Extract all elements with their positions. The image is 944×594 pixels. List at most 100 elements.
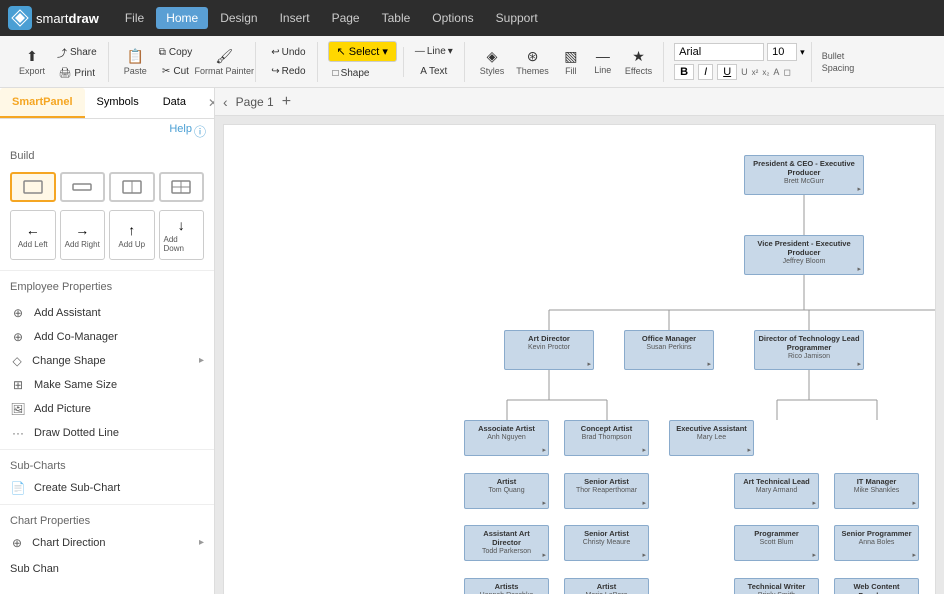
node-expand-senior_artist1[interactable]: ▸: [642, 499, 646, 507]
shape-toggle[interactable]: □ Shape: [328, 65, 375, 82]
org-node-senior_artist1[interactable]: Senior Artist Thor Reaperthomar ▸: [564, 473, 649, 509]
tab-data[interactable]: Data: [151, 88, 198, 118]
menu-options[interactable]: Options: [422, 7, 483, 29]
print-button[interactable]: 🖨 Print: [52, 65, 102, 82]
make-same-size-item[interactable]: ⊞ Make Same Size: [0, 373, 214, 397]
help-icon[interactable]: ⓘ: [194, 123, 206, 140]
draw-dotted-line-item[interactable]: ··· Draw Dotted Line: [0, 421, 214, 445]
org-node-tech_dir[interactable]: Director of Technology Lead Programmer R…: [754, 330, 864, 370]
paste-button[interactable]: 📋 Paste: [119, 45, 152, 79]
menu-support[interactable]: Support: [486, 7, 548, 29]
font-size-arrow[interactable]: ▾: [800, 47, 805, 58]
close-panel-button[interactable]: ✕: [198, 88, 215, 118]
export-button[interactable]: ⬆ Export: [14, 45, 50, 79]
add-comanager-item[interactable]: ⊕ Add Co-Manager: [0, 325, 214, 349]
org-node-artist3[interactable]: Artist Marie LaBere ▸: [564, 578, 649, 594]
node-expand-programmer[interactable]: ▸: [812, 551, 816, 559]
node-expand-artist1[interactable]: ▸: [542, 499, 546, 507]
org-node-exec_asst[interactable]: Executive Assistant Mary Lee ▸: [669, 420, 754, 456]
org-node-asst_art_dir[interactable]: Assistant Art Director Todd Parkerson ▸: [464, 525, 549, 561]
node-title-assoc_artist: Associate Artist: [468, 424, 545, 433]
add-assistant-label: Add Assistant: [34, 307, 101, 319]
node-expand-vp[interactable]: ▸: [857, 265, 861, 273]
change-shape-item[interactable]: ◇ Change Shape ▸: [0, 349, 214, 373]
node-expand-art_dir[interactable]: ▸: [587, 360, 591, 368]
org-node-concept_artist[interactable]: Concept Artist Brad Thompson ▸: [564, 420, 649, 456]
node-expand-office_mgr[interactable]: ▸: [707, 360, 711, 368]
line-style-button[interactable]: — Line: [588, 45, 618, 78]
org-node-artist2[interactable]: Artists Hannah Raschke ▸: [464, 578, 549, 594]
org-node-ceo[interactable]: President & CEO - Executive Producer Bre…: [744, 155, 864, 195]
menu-page[interactable]: Page: [322, 7, 370, 29]
canvas[interactable]: President & CEO - Executive Producer Bre…: [223, 124, 936, 594]
menu-design[interactable]: Design: [210, 7, 267, 29]
effects-button[interactable]: ★ Effects: [620, 45, 657, 79]
themes-button[interactable]: ⊛ Themes: [511, 45, 554, 79]
add-up-button[interactable]: ↑ Add Up: [109, 210, 155, 260]
shape-multi[interactable]: [159, 172, 205, 202]
node-title-ceo: President & CEO - Executive Producer: [748, 159, 860, 177]
format-painter-button[interactable]: 🖌 Format Painter: [199, 45, 249, 79]
org-node-vp[interactable]: Vice President - Executive Producer Jeff…: [744, 235, 864, 275]
node-title-concept_artist: Concept Artist: [568, 424, 645, 433]
select-button[interactable]: ↖ Select ▾: [328, 41, 397, 62]
tab-symbols[interactable]: Symbols: [85, 88, 151, 118]
org-node-office_mgr[interactable]: Office Manager Susan Perkins ▸: [624, 330, 714, 370]
copy-button[interactable]: ⧉ Copy: [154, 44, 198, 61]
add-right-button[interactable]: → Add Right: [60, 210, 106, 260]
menu-insert[interactable]: Insert: [270, 7, 320, 29]
org-node-web_dev[interactable]: Web Content Developer Nicholas Paz ▸: [834, 578, 919, 594]
add-picture-item[interactable]: 🖼 Add Picture: [0, 397, 214, 421]
fill-button[interactable]: ▧ Fill: [556, 45, 586, 79]
underline-button[interactable]: U: [717, 64, 737, 80]
org-node-artist1[interactable]: Artist Tom Quang ▸: [464, 473, 549, 509]
tab-smartpanel[interactable]: SmartPanel: [0, 88, 85, 118]
share-button[interactable]: ⤴ Share: [52, 42, 102, 63]
node-expand-art_tech_lead[interactable]: ▸: [812, 499, 816, 507]
menu-home[interactable]: Home: [156, 7, 208, 29]
node-expand-senior_artist2[interactable]: ▸: [642, 551, 646, 559]
create-sub-chart-item[interactable]: 📄 Create Sub-Chart: [0, 476, 214, 500]
chart-direction-item[interactable]: ⊕ Chart Direction ▸: [0, 531, 214, 555]
org-node-it_manager[interactable]: IT Manager Mike Shankles ▸: [834, 473, 919, 509]
add-left-button[interactable]: ← Add Left: [10, 210, 56, 260]
canvas-back-arrow[interactable]: ‹: [223, 94, 228, 110]
org-node-programmer[interactable]: Programmer Scott Blum ▸: [734, 525, 819, 561]
node-expand-senior_prog[interactable]: ▸: [912, 551, 916, 559]
text-button[interactable]: A Text: [410, 63, 458, 80]
node-expand-asst_art_dir[interactable]: ▸: [542, 551, 546, 559]
shape-horizontal[interactable]: [60, 172, 106, 202]
italic-button[interactable]: I: [698, 64, 713, 80]
shape-box[interactable]: [10, 172, 56, 202]
menu-table[interactable]: Table: [372, 7, 421, 29]
node-expand-tech_dir[interactable]: ▸: [857, 360, 861, 368]
line-button[interactable]: — Line ▾: [410, 43, 458, 60]
cut-button[interactable]: ✂ Cut: [154, 63, 198, 80]
redo-button[interactable]: ↪ Redo: [266, 63, 310, 80]
shape-split[interactable]: [109, 172, 155, 202]
font-name-input[interactable]: [674, 43, 764, 61]
node-expand-concept_artist[interactable]: ▸: [642, 446, 646, 454]
bold-button[interactable]: B: [674, 64, 694, 80]
styles-button[interactable]: ◈ Styles: [475, 45, 510, 79]
undo-button[interactable]: ↩ Undo: [266, 44, 310, 61]
add-down-button[interactable]: ↓ Add Down: [159, 210, 205, 260]
org-node-senior_prog[interactable]: Senior Programmer Anna Boles ▸: [834, 525, 919, 561]
menu-file[interactable]: File: [115, 7, 154, 29]
chart-direction-arrow: ▸: [199, 537, 204, 549]
org-node-art_dir[interactable]: Art Director Kevin Proctor ▸: [504, 330, 594, 370]
add-page-button[interactable]: +: [282, 93, 291, 111]
employee-properties-section: ⊕ Add Assistant ⊕ Add Co-Manager ◇ Chang…: [0, 301, 214, 445]
chart-direction-label: Chart Direction: [32, 537, 105, 549]
org-node-assoc_artist[interactable]: Associate Artist Anh Nguyen ▸: [464, 420, 549, 456]
node-expand-assoc_artist[interactable]: ▸: [542, 446, 546, 454]
node-expand-ceo[interactable]: ▸: [857, 185, 861, 193]
node-expand-it_manager[interactable]: ▸: [912, 499, 916, 507]
org-node-tech_writer[interactable]: Technical Writer Brinly Smith ▸: [734, 578, 819, 594]
org-node-art_tech_lead[interactable]: Art Technical Lead Mary Armand ▸: [734, 473, 819, 509]
add-assistant-item[interactable]: ⊕ Add Assistant: [0, 301, 214, 325]
font-size-input[interactable]: [767, 43, 797, 61]
org-node-senior_artist2[interactable]: Senior Artist Christy Meaure ▸: [564, 525, 649, 561]
node-expand-exec_asst[interactable]: ▸: [747, 446, 751, 454]
help-link[interactable]: Help: [169, 123, 192, 140]
